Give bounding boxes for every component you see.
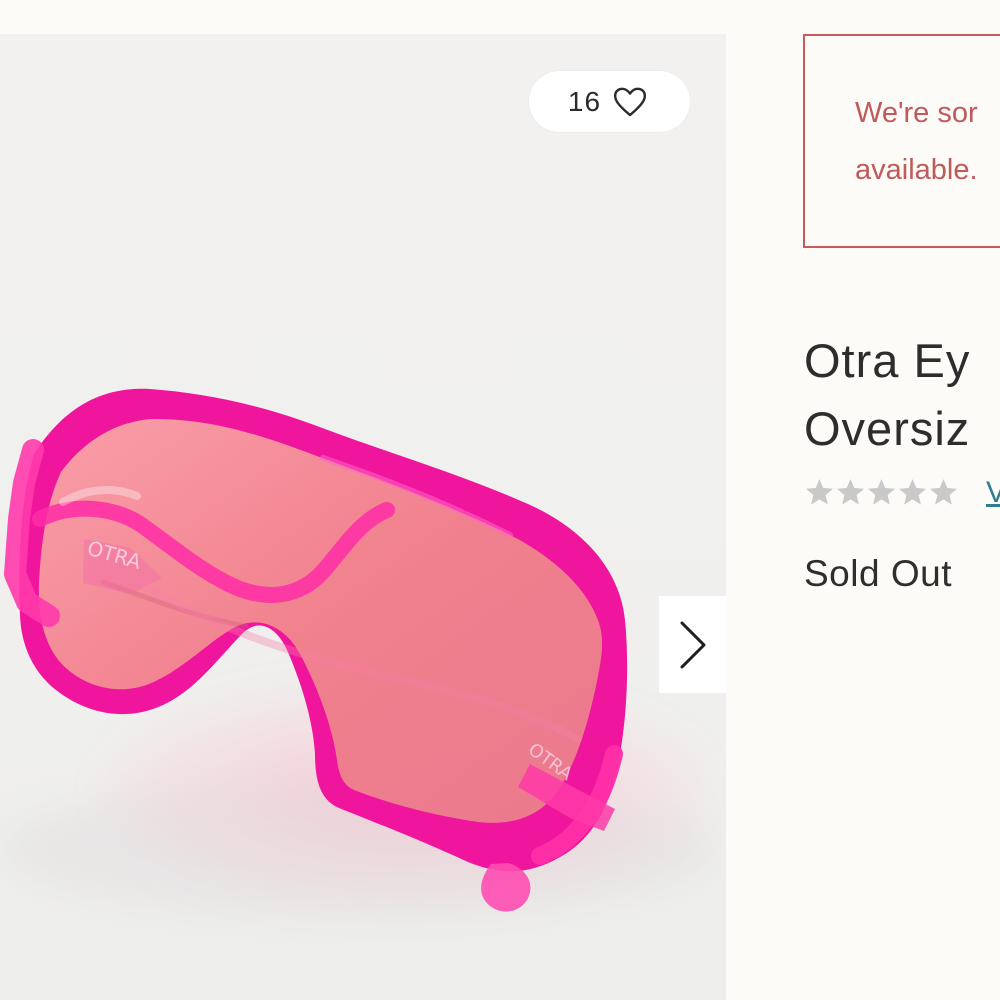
chevron-right-icon: [680, 621, 705, 668]
product-title-line: Otra Ey: [804, 334, 971, 387]
availability-alert-line: available.: [855, 154, 978, 186]
pink-oversized-sunglasses-image: OTRA OTRA: [0, 34, 726, 1000]
reviews-link[interactable]: V: [986, 477, 1000, 508]
favorite-count-button[interactable]: 16: [529, 71, 690, 132]
product-image-gallery[interactable]: OTRA OTRA 16: [0, 34, 726, 1000]
star-icon: [868, 479, 895, 505]
availability-alert: We're sor available.: [803, 34, 1000, 248]
star-icon: [930, 479, 957, 505]
next-image-button[interactable]: [659, 596, 726, 693]
star-icon: [899, 479, 926, 505]
product-page: OTRA OTRA 16 We're sor available. Otra E…: [0, 0, 1000, 1000]
heart-icon: [614, 87, 647, 116]
availability-status: Sold Out: [804, 553, 952, 594]
product-title-line: Oversiz: [804, 402, 971, 455]
star-icon: [837, 479, 864, 505]
product-rating: V: [804, 477, 1000, 508]
star-icon: [806, 479, 833, 505]
availability-alert-line: We're sor: [855, 97, 978, 129]
favorite-count: 16: [567, 85, 602, 117]
product-title: Otra Ey Oversiz: [804, 327, 1000, 463]
